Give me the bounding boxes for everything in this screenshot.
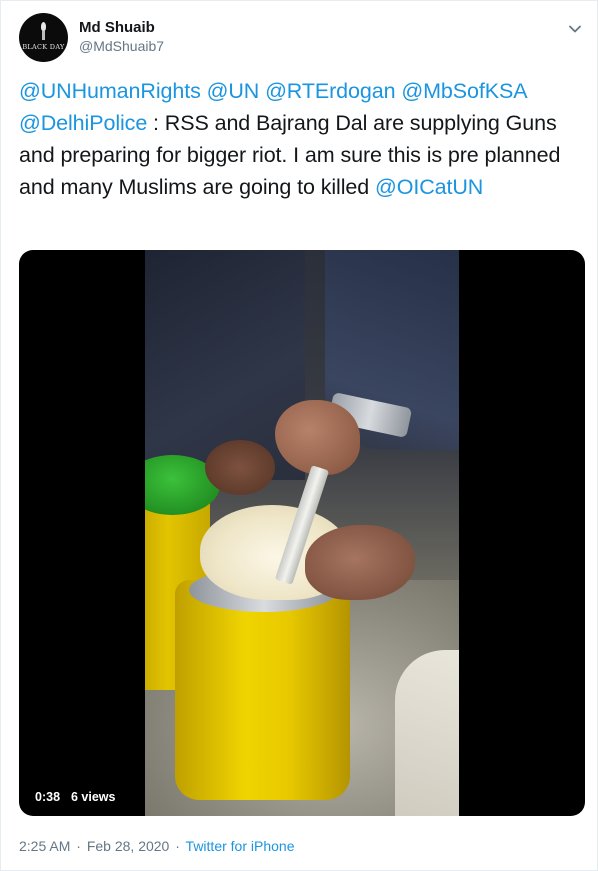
author-display-name[interactable]: Md Shuaib <box>79 19 155 36</box>
thumbnail-yellow-bucket <box>175 580 350 800</box>
avatar[interactable]: BLACK DAY <box>19 13 68 62</box>
mention-link[interactable]: @UN <box>207 79 260 103</box>
mention-link[interactable]: @RTErdogan <box>265 79 395 103</box>
thumbnail-hand <box>305 525 415 600</box>
tweet-source-link[interactable]: Twitter for iPhone <box>186 838 295 854</box>
tweet-date[interactable]: Feb 28, 2020 <box>87 838 170 854</box>
video-duration-badge: 0:38 <box>29 787 67 807</box>
candle-icon <box>42 31 45 40</box>
mention-link[interactable]: @OICatUN <box>375 175 483 199</box>
video-player[interactable]: 0:38 6 views <box>19 250 585 816</box>
mention-link[interactable]: @UNHumanRights <box>19 79 201 103</box>
tweet-metadata: 2:25 AM · Feb 28, 2020 · Twitter for iPh… <box>19 838 294 854</box>
tweet-time[interactable]: 2:25 AM <box>19 838 70 854</box>
tweet-text: @UNHumanRights @UN @RTErdogan @MbSofKSA … <box>19 75 584 203</box>
avatar-label: BLACK DAY <box>22 43 65 51</box>
meta-separator: · <box>76 838 81 854</box>
thumbnail-cloth <box>395 650 459 816</box>
mention-link[interactable]: @MbSofKSA <box>401 79 527 103</box>
tweet-card: BLACK DAY Md Shuaib @MdShuaib7 @UNHumanR… <box>0 0 598 871</box>
video-thumbnail <box>145 250 459 816</box>
chevron-down-icon[interactable] <box>567 21 583 37</box>
thumbnail-hand <box>205 440 275 495</box>
video-views-badge: 6 views <box>65 787 122 807</box>
candle-flame-icon <box>41 22 46 31</box>
meta-separator: · <box>175 838 180 854</box>
mention-link[interactable]: @DelhiPolice <box>19 111 147 135</box>
author-handle[interactable]: @MdShuaib7 <box>79 38 164 54</box>
